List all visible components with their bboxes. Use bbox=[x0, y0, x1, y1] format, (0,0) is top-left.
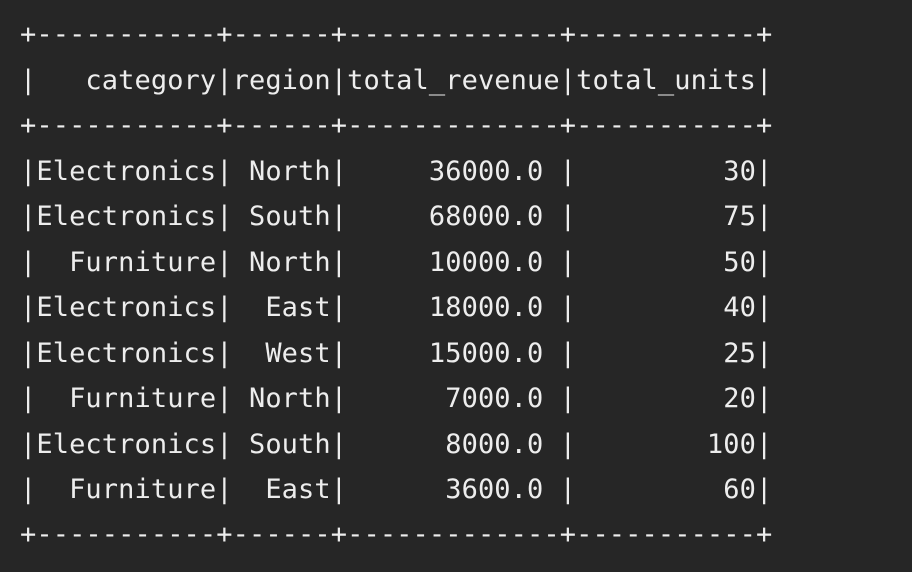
table-row: | Furniture| East| 3600.0 | 60| bbox=[20, 474, 773, 505]
table-row: |Electronics| South| 8000.0 | 100| bbox=[20, 429, 773, 460]
table-top-border: +-----------+------+-------------+------… bbox=[20, 19, 773, 50]
table-bottom-border: +-----------+------+-------------+------… bbox=[20, 519, 773, 550]
table-row: |Electronics| East| 18000.0 | 40| bbox=[20, 292, 773, 323]
terminal-output: +-----------+------+-------------+------… bbox=[0, 0, 912, 572]
table-row: |Electronics| North| 36000.0 | 30| bbox=[20, 156, 773, 187]
table-row: |Electronics| South| 68000.0 | 75| bbox=[20, 201, 773, 232]
table-header-border: +-----------+------+-------------+------… bbox=[20, 110, 773, 141]
table-row: | Furniture| North| 10000.0 | 50| bbox=[20, 247, 773, 278]
table-row: | Furniture| North| 7000.0 | 20| bbox=[20, 383, 773, 414]
table-row: |Electronics| West| 15000.0 | 25| bbox=[20, 338, 773, 369]
table-header: | category|region|total_revenue|total_un… bbox=[20, 65, 773, 96]
